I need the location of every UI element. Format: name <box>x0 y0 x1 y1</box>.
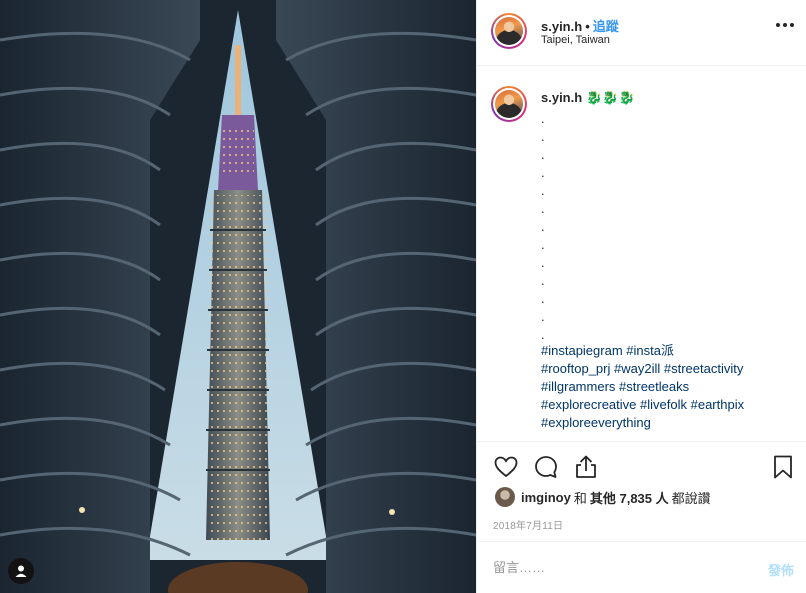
author-username[interactable]: s.yin.h <box>541 19 582 34</box>
taipei-101-photo <box>0 0 476 593</box>
post-photo[interactable] <box>0 0 476 593</box>
author-avatar[interactable] <box>491 13 527 49</box>
caption-dot-line: . <box>541 183 545 198</box>
liker-avatar[interactable] <box>495 487 515 507</box>
user-tag-button[interactable] <box>8 558 34 584</box>
share-icon[interactable] <box>573 454 599 480</box>
caption-dot-line: . <box>541 111 545 126</box>
post-comment-button[interactable]: 發佈 <box>768 560 794 579</box>
caption-dot-line: . <box>541 201 545 216</box>
caption-dot-line: . <box>541 129 545 144</box>
post-date[interactable]: 2018年7月11日 <box>493 517 563 532</box>
likes-connector: 和 <box>573 490 587 506</box>
caption-dot-line: . <box>541 165 545 180</box>
likes-suffix: 都說讚 <box>671 490 711 506</box>
header-username-line: s.yin.h • 追蹤 <box>541 16 619 35</box>
caption-dot-line: . <box>541 291 545 306</box>
caption-hashtags: #instapiegram #insta派 #rooftop_prj #way2… <box>541 342 791 432</box>
hashtag-link[interactable]: #earthpix <box>691 397 744 412</box>
hashtag-link[interactable]: #insta派 <box>626 343 674 358</box>
post-location[interactable]: Taipei, Taiwan <box>541 34 610 46</box>
caption-dot-line: . <box>541 255 545 270</box>
likes-summary: imginoy 和 其他 7,835 人 都說讚 <box>495 487 711 507</box>
likes-others-link[interactable]: 其他 7,835 人 <box>590 488 669 507</box>
comment-bar: 發佈 <box>477 541 806 593</box>
hashtag-link[interactable]: #way2ill <box>614 361 660 376</box>
post-details-panel: s.yin.h • 追蹤 Taipei, Taiwan s.yin.h 🐉🐉🐉 ...… <box>476 0 806 593</box>
liker-username[interactable]: imginoy <box>521 490 571 505</box>
post-modal: s.yin.h • 追蹤 Taipei, Taiwan s.yin.h 🐉🐉🐉 ...… <box>0 0 806 593</box>
hashtag-link[interactable]: #explorecreative <box>541 397 636 412</box>
user-tag-icon <box>15 565 27 577</box>
caption-header: s.yin.h 🐉🐉🐉 <box>541 90 635 106</box>
bookmark-icon[interactable] <box>770 454 796 480</box>
hashtag-link[interactable]: #instapiegram <box>541 343 623 358</box>
caption-dots: ............. <box>541 110 545 344</box>
caption-area: s.yin.h 🐉🐉🐉 ............. #instapiegram #… <box>477 66 806 441</box>
comment-input[interactable] <box>493 556 743 578</box>
caption-author-avatar[interactable] <box>491 86 527 122</box>
caption-dot-line: . <box>541 147 545 162</box>
caption-username[interactable]: s.yin.h <box>541 90 582 105</box>
hashtag-link[interactable]: #rooftop_prj <box>541 361 610 376</box>
caption-dot-line: . <box>541 273 545 288</box>
post-header: s.yin.h • 追蹤 Taipei, Taiwan <box>477 0 806 66</box>
hashtag-link[interactable]: #illgrammers <box>541 379 615 394</box>
more-options-icon[interactable] <box>776 22 794 28</box>
caption-dot-line: . <box>541 219 545 234</box>
hashtag-link[interactable]: #streetleaks <box>619 379 689 394</box>
caption-dot-line: . <box>541 237 545 252</box>
hashtag-link[interactable]: #streetactivity <box>664 361 743 376</box>
heart-icon[interactable] <box>493 454 519 480</box>
separator-dot: • <box>585 19 590 34</box>
caption-dot-line: . <box>541 309 545 324</box>
caption-emojis: 🐉🐉🐉 <box>586 90 635 105</box>
follow-button[interactable]: 追蹤 <box>593 19 619 34</box>
hashtag-link[interactable]: #exploreeverything <box>541 415 651 430</box>
comment-icon[interactable] <box>533 454 559 480</box>
hashtag-link[interactable]: #livefolk <box>640 397 687 412</box>
